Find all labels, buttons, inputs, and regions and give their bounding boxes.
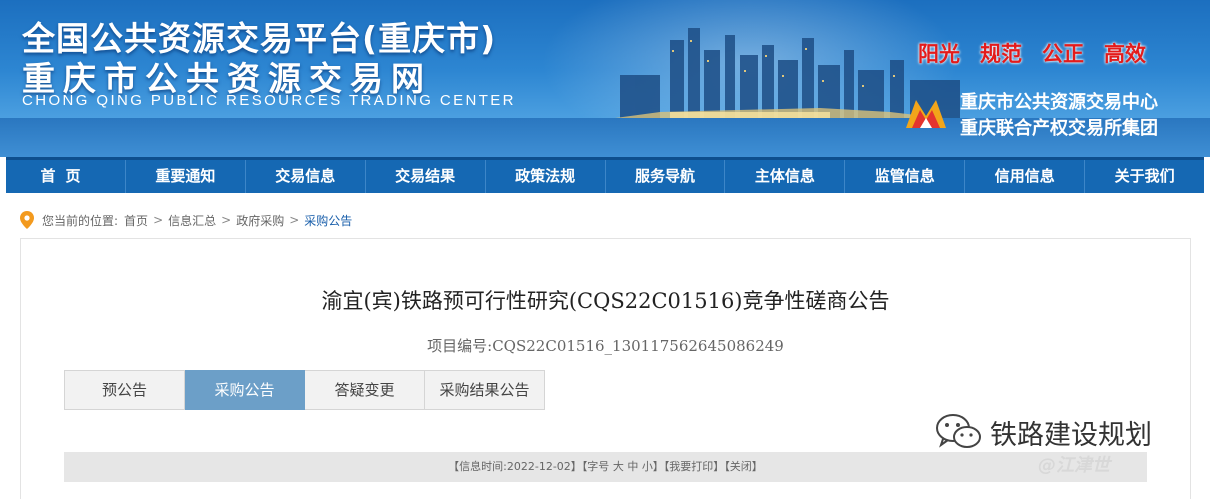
org-name-center: 重庆市公共资源交易中心 [960,92,1158,113]
main-nav: 首页 重要通知 交易信息 交易结果 政策法规 服务导航 主体信息 监管信息 信用… [6,157,1204,193]
breadcrumb-home[interactable]: 首页 [124,212,148,229]
nav-item-trade-results[interactable]: 交易结果 [366,160,486,193]
nav-item-entity-info[interactable]: 主体信息 [725,160,846,193]
breadcrumb-info-summary[interactable]: 信息汇总 [168,212,216,229]
print-link[interactable]: 【我要打印】 [664,460,725,473]
breadcrumb-separator: > [221,213,232,227]
nav-item-home[interactable]: 首页 [6,160,126,193]
breadcrumb: 您当前的位置: 首页 > 信息汇总 > 政府采购 > 采购公告 [20,210,352,230]
breadcrumb-prefix: 您当前的位置: [42,213,119,228]
org-logo-icon [906,100,946,128]
slogan-item: 规范 [980,42,1022,66]
watermark-sub: @江津世 [1038,455,1110,476]
location-pin-icon [20,211,34,229]
tab-pre-notice[interactable]: 预公告 [64,370,185,410]
info-time: 【信息时间:2022-12-02】 [448,460,582,473]
slogan-item: 阳光 [918,42,960,66]
tab-qa-changes[interactable]: 答疑变更 [305,370,425,410]
nav-item-policies[interactable]: 政策法规 [486,160,606,193]
notice-tabs: 预公告 采购公告 答疑变更 采购结果公告 [64,370,545,410]
font-size-large[interactable]: 大 [613,460,624,473]
font-size-small[interactable]: 小】 [642,460,664,473]
info-toolbar: 【信息时间:2022-12-02】【字号 大 中 小】【我要打印】【关闭】 [64,452,1147,482]
project-number: 项目编号:CQS22C01516_130117562645086249 [427,337,784,355]
slogan-item: 公正 [1042,42,1084,66]
content-panel: 渝宜(宾)铁路预可行性研究(CQS22C01516)竞争性磋商公告 项目编号:C… [20,238,1191,499]
nav-item-credit[interactable]: 信用信息 [965,160,1086,193]
nav-item-notices[interactable]: 重要通知 [126,160,246,193]
slogan-item: 高效 [1104,42,1146,66]
tab-procurement-results[interactable]: 采购结果公告 [425,370,545,410]
org-name-group: 重庆联合产权交易所集团 [960,118,1158,139]
nav-item-service-guide[interactable]: 服务导航 [606,160,726,193]
site-banner: 全国公共资源交易平台(重庆市) 重庆市公共资源交易网 CHONG QING PU… [0,0,1210,157]
breadcrumb-separator: > [153,213,164,227]
font-size-medium[interactable]: 中 [627,460,638,473]
font-size-label: 【字号 [581,460,610,473]
tab-procurement-notice[interactable]: 采购公告 [185,370,305,410]
site-title-english: CHONG QING PUBLIC RESOURCES TRADING CENT… [22,92,516,109]
slogan: 阳光 规范 公正 高效 [918,38,1146,68]
close-link[interactable]: 【关闭】 [724,460,763,473]
nav-item-trade-info[interactable]: 交易信息 [246,160,366,193]
page-title: 渝宜(宾)铁路预可行性研究(CQS22C01516)竞争性磋商公告 [321,289,890,313]
breadcrumb-gov-procurement[interactable]: 政府采购 [236,212,284,229]
wechat-icon [936,414,981,448]
watermark-text: 铁路建设规划 [990,419,1152,451]
wechat-watermark: 铁路建设规划 [934,412,1152,452]
breadcrumb-separator: > [289,213,300,227]
nav-item-supervision[interactable]: 监管信息 [845,160,966,193]
nav-item-about[interactable]: 关于我们 [1085,160,1204,193]
breadcrumb-procurement-notice[interactable]: 采购公告 [304,212,352,229]
